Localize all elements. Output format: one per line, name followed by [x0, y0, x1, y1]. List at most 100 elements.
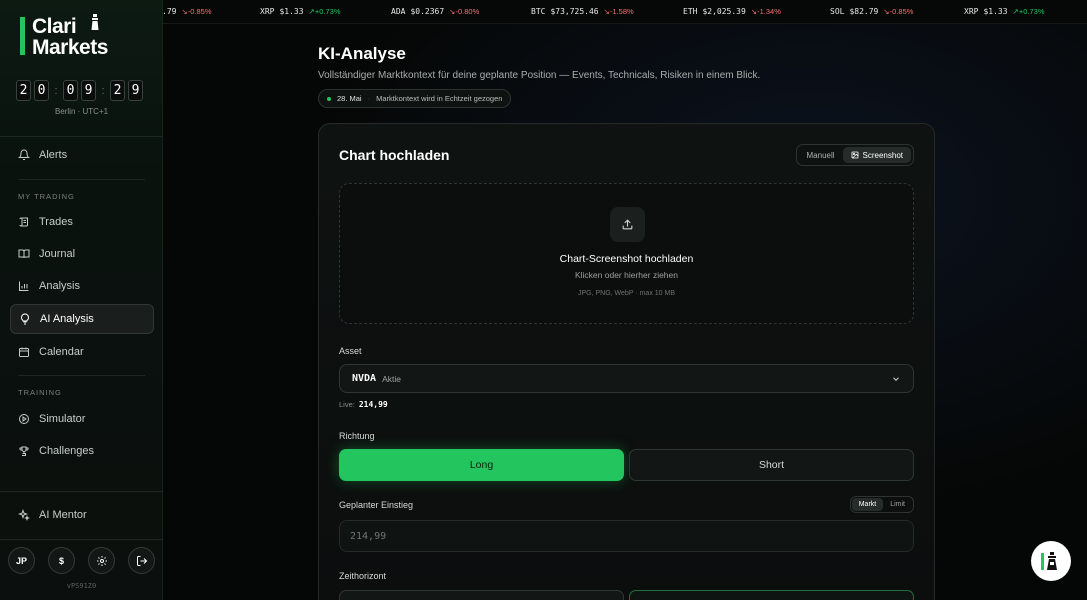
input-mode-toggle: Manuell Screenshot [795, 144, 914, 166]
upload-title: Chart-Screenshot hochladen [559, 253, 694, 265]
lightbulb-icon [21, 313, 29, 325]
section-label-training: TRAINING [18, 388, 62, 397]
sidebar: Clari Markets 2 0 : 0 9 : 2 9 Berlin · U… [0, 0, 163, 600]
asset-label: Asset [339, 346, 362, 356]
clock-digit: 9 [128, 80, 143, 101]
sidebar-item-label: AI Analysis [40, 313, 94, 325]
asset-select[interactable]: NVDA Aktie [339, 364, 914, 393]
entry-limit-button[interactable]: Limit [883, 498, 912, 511]
sidebar-item-trades[interactable]: Trades [10, 207, 154, 237]
horizon-option-selected[interactable] [629, 590, 914, 600]
page-title: KI-Analyse [318, 44, 406, 63]
ticker-symbol: SOL [830, 7, 845, 16]
ticker-price: $73,725.46 [550, 7, 599, 16]
section-label-trading: MY TRADING [18, 192, 75, 201]
ticker-change: ↗+0.73% [309, 7, 341, 16]
bell-icon [18, 149, 30, 160]
clock-timezone: Berlin · UTC+1 [54, 107, 109, 116]
ticker-price: $1.33 [983, 7, 1008, 16]
ticker-change-value: +0.73% [314, 7, 341, 16]
ticker-price: $2,025.39 [702, 7, 746, 16]
clock-digit: 2 [16, 80, 31, 101]
sidebar-item-label: Calendar [39, 346, 84, 358]
ticker-change: ↗+0.73% [1013, 7, 1045, 16]
clock-separator: : [101, 84, 105, 97]
clock-digit: 9 [81, 80, 96, 101]
ticker-symbol: ADA [391, 7, 406, 16]
analysis-form-card: Chart hochladen Manuell Screenshot Chart… [318, 123, 935, 600]
sidebar-item-journal[interactable]: Journal [10, 239, 154, 269]
logo-accent-bar [20, 17, 25, 55]
live-price: Live: 214,99 [339, 400, 388, 409]
mode-screenshot-button[interactable]: Screenshot [842, 147, 911, 163]
trophy-icon [19, 446, 29, 456]
ticker-item[interactable]: BTC $73,725.46 ↘-1.58% [531, 7, 634, 16]
logout-button[interactable] [128, 547, 155, 574]
upload-button[interactable] [610, 207, 645, 242]
context-status: Marktkontext wird in Echtzeit gezogen [376, 94, 503, 103]
asset-type: Aktie [382, 373, 401, 384]
scroll-icon [19, 217, 28, 227]
live-price-value: 214,99 [358, 400, 388, 409]
sidebar-item-challenges[interactable]: Challenges [10, 436, 154, 466]
logo-line-2: Markets [32, 36, 108, 59]
clock-digit: 0 [63, 80, 78, 101]
mentor-chat-button[interactable] [1031, 541, 1071, 581]
long-button[interactable]: Long [339, 449, 624, 481]
brand-logo[interactable]: Clari Markets [20, 14, 130, 58]
ticker-item[interactable]: XRP $1.33 ↗+0.73% [964, 7, 1045, 16]
upload-formats: JPG, PNG, WebP · max 10 MB [578, 290, 675, 297]
entry-market-button[interactable]: Markt [851, 498, 884, 511]
account-actions: JP $ [8, 547, 155, 574]
sidebar-item-alerts[interactable]: Alerts [10, 140, 154, 170]
image-icon [851, 151, 858, 159]
horizon-option[interactable] [339, 590, 624, 600]
sidebar-item-simulator[interactable]: Simulator [10, 404, 154, 434]
sidebar-divider [18, 375, 145, 376]
entry-price-input[interactable]: 214,99 [339, 520, 914, 552]
mode-manual-button[interactable]: Manuell [799, 147, 843, 163]
sidebar-item-ai-analysis[interactable]: AI Analysis [10, 304, 154, 334]
play-circle-icon [19, 414, 29, 424]
ticker-price: $0.2367 [410, 7, 445, 16]
ticker-item[interactable]: .79 ↘-0.85% [163, 7, 212, 16]
sidebar-divider [0, 136, 163, 137]
sidebar-item-label: Analysis [39, 280, 80, 292]
short-button[interactable]: Short [629, 449, 914, 481]
ticker-item[interactable]: SOL $82.79 ↘-0.85% [830, 7, 913, 16]
page-subtitle: Vollständiger Marktkontext für deine gep… [318, 70, 761, 81]
settings-button[interactable] [88, 547, 115, 574]
ticker-change-value: +0.73% [1018, 7, 1045, 16]
sidebar-item-label: AI Mentor [39, 509, 87, 521]
ticker-item[interactable]: ADA $0.2367 ↘-0.80% [391, 7, 479, 16]
ticker-item[interactable]: ETH $2,025.39 ↘-1.34% [683, 7, 781, 16]
currency-button[interactable]: $ [48, 547, 75, 574]
chevron-down-icon [893, 377, 899, 381]
card-title: Chart hochladen [339, 147, 450, 163]
ticker-change-value: -1.58% [609, 7, 634, 16]
sidebar-item-ai-mentor[interactable]: AI Mentor [10, 500, 154, 530]
app-version: vPS91Z0 [66, 582, 97, 590]
entry-label: Geplanter Einstieg [339, 500, 414, 510]
main-content: KI-Analyse Vollständiger Marktkontext fü… [163, 24, 1087, 600]
ticker-item[interactable]: XRP $1.33 ↗+0.73% [260, 7, 341, 16]
ticker-change: ↘-0.85% [181, 7, 211, 16]
sidebar-item-analysis[interactable]: Analysis [10, 271, 154, 301]
avatar[interactable]: JP [8, 547, 35, 574]
ticker-price: $82.79 [849, 7, 879, 16]
chart-upload-dropzone[interactable]: Chart-Screenshot hochladen Klicken oder … [339, 183, 914, 324]
context-date: 28. Mai [337, 94, 362, 103]
pill-separator: · [367, 94, 371, 103]
sidebar-item-label: Alerts [39, 149, 68, 161]
ticker-symbol: XRP [260, 7, 275, 16]
market-context-pill: 28. Mai · Marktkontext wird in Echtzeit … [318, 89, 512, 108]
sidebar-item-label: Challenges [39, 445, 95, 457]
gear-icon [96, 555, 107, 566]
ticker-change-value: -1.34% [757, 7, 781, 16]
horizon-label: Zeithorizont [339, 571, 387, 581]
lighthouse-icon [91, 14, 99, 30]
sidebar-divider [0, 491, 163, 492]
book-icon [18, 249, 30, 259]
clock-separator: : [54, 84, 58, 97]
sidebar-item-calendar[interactable]: Calendar [10, 337, 154, 367]
